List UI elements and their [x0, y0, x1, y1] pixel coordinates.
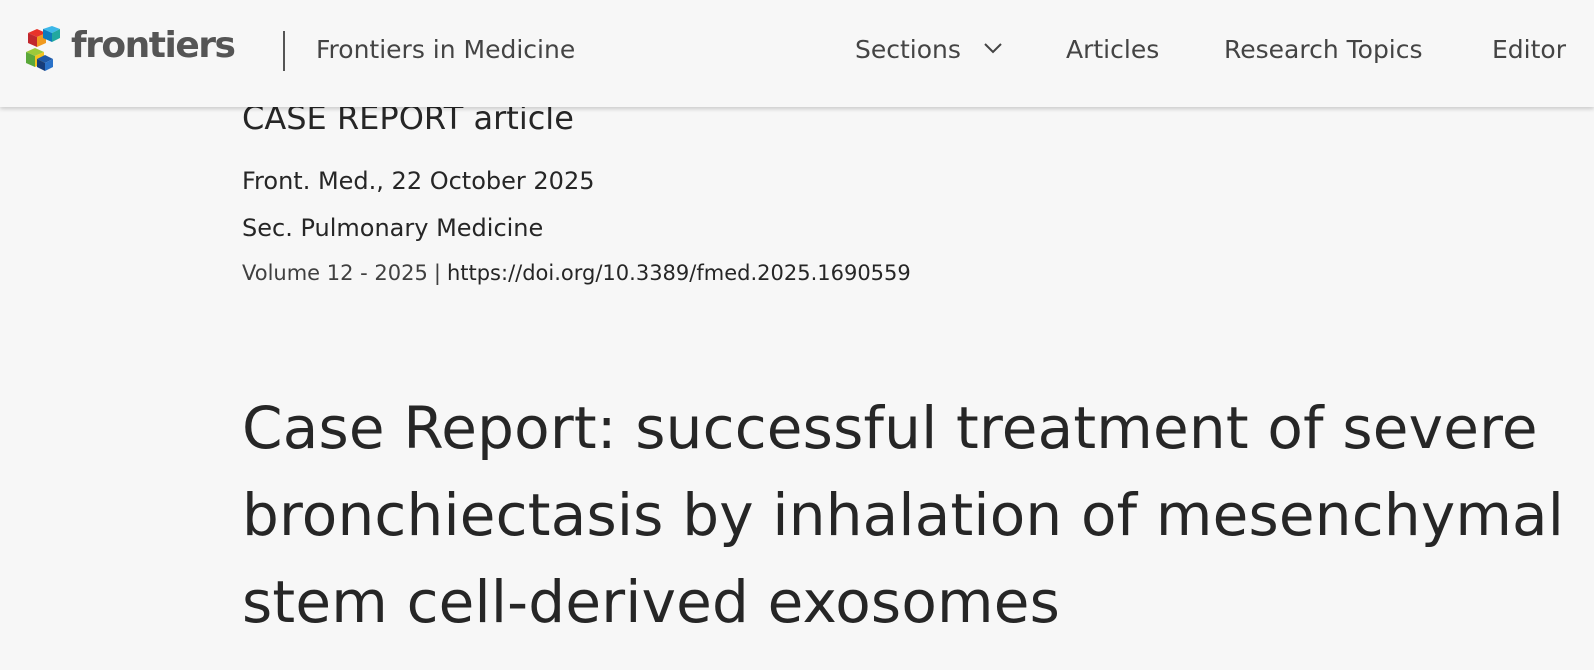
- volume-doi-line: Volume 12 - 2025 | https://doi.org/10.3389…: [242, 259, 911, 287]
- doi-link[interactable]: https://doi.org/10.3389/fmed.2025.169055…: [447, 261, 911, 285]
- journal-name-link[interactable]: Frontiers in Medicine: [316, 34, 575, 66]
- chevron-down-icon: [984, 43, 1002, 54]
- nav-sections[interactable]: Sections: [855, 34, 1003, 66]
- logo-text: frontiers: [71, 25, 236, 66]
- top-navigation-bar: frontiers Frontiers in Medicine Sections…: [0, 0, 1594, 107]
- frontiers-logo[interactable]: frontiers: [25, 25, 236, 73]
- journal-date: Front. Med., 22 October 2025: [242, 167, 595, 195]
- volume-text: Volume 12 - 2025: [242, 261, 428, 285]
- nav-articles[interactable]: Articles: [1066, 34, 1159, 66]
- article-title: Case Report: successful treatment of sev…: [242, 394, 1565, 636]
- meta-separator: |: [433, 261, 441, 285]
- header-divider: [283, 31, 285, 71]
- nav-research-topics[interactable]: Research Topics: [1224, 34, 1423, 66]
- nav-editors[interactable]: Editor: [1492, 34, 1566, 66]
- article-section: Sec. Pulmonary Medicine: [242, 214, 544, 242]
- nav-sections-label: Sections: [855, 35, 961, 64]
- frontiers-logo-icon: [26, 26, 60, 71]
